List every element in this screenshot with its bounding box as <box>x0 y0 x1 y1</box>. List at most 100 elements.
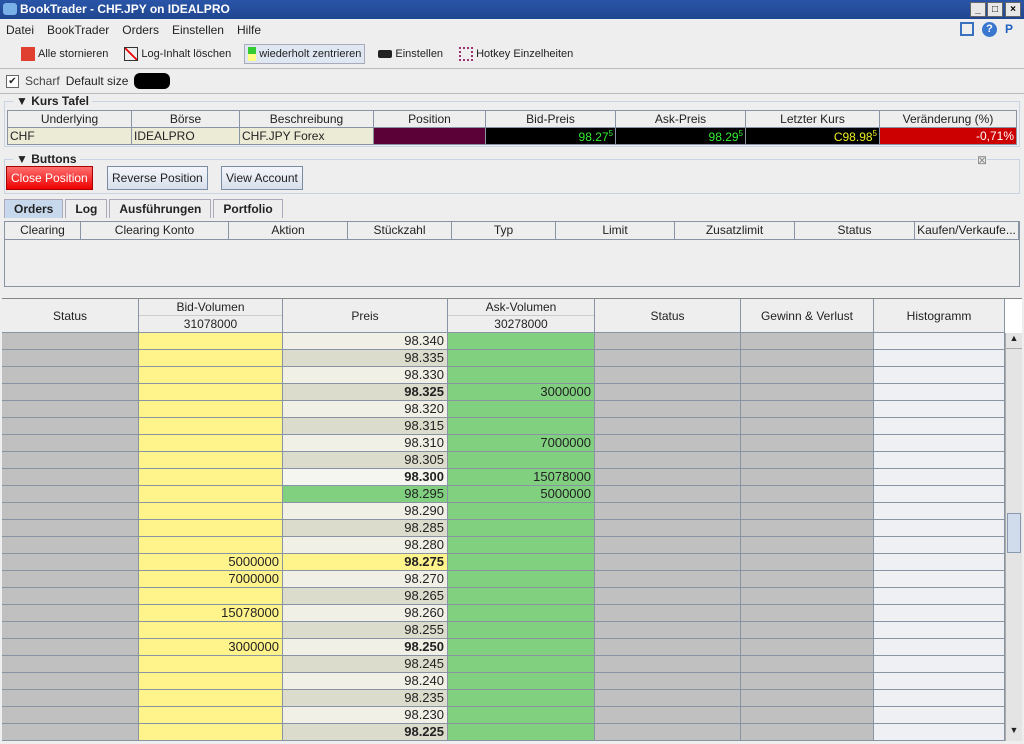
price-cell[interactable]: 98.230 <box>283 707 448 724</box>
histogram-cell[interactable] <box>874 452 1005 469</box>
status-cell[interactable] <box>2 690 139 707</box>
status-cell[interactable] <box>2 350 139 367</box>
bid-volume-cell[interactable]: 15078000 <box>139 605 283 622</box>
ask-volume-cell[interactable] <box>448 639 595 656</box>
histogram-cell[interactable] <box>874 350 1005 367</box>
tab-log[interactable]: Log <box>65 199 108 218</box>
tab-portfolio[interactable]: Portfolio <box>213 199 283 218</box>
price-cell[interactable]: 98.275 <box>283 554 448 571</box>
histogram-cell[interactable] <box>874 435 1005 452</box>
bid-volume-cell[interactable] <box>139 537 283 554</box>
status2-cell[interactable] <box>595 690 741 707</box>
col-zusatzlimit[interactable]: Zusatzlimit <box>675 222 795 239</box>
status-cell[interactable] <box>2 605 139 622</box>
status-cell[interactable] <box>2 537 139 554</box>
price-cell[interactable]: 98.245 <box>283 656 448 673</box>
pnl-cell[interactable] <box>741 520 874 537</box>
pnl-cell[interactable] <box>741 367 874 384</box>
bid-volume-cell[interactable] <box>139 333 283 350</box>
pnl-cell[interactable] <box>741 724 874 741</box>
col-stueckzahl[interactable]: Stückzahl <box>348 222 452 239</box>
status2-cell[interactable] <box>595 639 741 656</box>
histogram-cell[interactable] <box>874 724 1005 741</box>
status2-cell[interactable] <box>595 673 741 690</box>
status2-cell[interactable] <box>595 384 741 401</box>
bid-volume-cell[interactable] <box>139 418 283 435</box>
pnl-cell[interactable] <box>741 503 874 520</box>
scroll-up-icon[interactable]: ▲ <box>1006 333 1022 349</box>
scrollbar[interactable]: ▲ ▼ <box>1005 333 1022 741</box>
minimize-button[interactable]: _ <box>970 2 986 17</box>
price-cell[interactable]: 98.320 <box>283 401 448 418</box>
status2-cell[interactable] <box>595 537 741 554</box>
bid-volume-cell[interactable] <box>139 486 283 503</box>
histogram-cell[interactable] <box>874 537 1005 554</box>
ask-volume-cell[interactable] <box>448 537 595 554</box>
pnl-cell[interactable] <box>741 690 874 707</box>
status-cell[interactable] <box>2 520 139 537</box>
histogram-cell[interactable] <box>874 486 1005 503</box>
histogram-cell[interactable] <box>874 333 1005 350</box>
bid-volume-cell[interactable] <box>139 503 283 520</box>
col-clearing[interactable]: Clearing <box>5 222 81 239</box>
menu-hilfe[interactable]: Hilfe <box>237 19 261 41</box>
histogram-cell[interactable] <box>874 707 1005 724</box>
bid-volume-cell[interactable] <box>139 401 283 418</box>
header-boerse[interactable]: Börse <box>131 110 240 128</box>
status2-cell[interactable] <box>595 520 741 537</box>
histogram-cell[interactable] <box>874 503 1005 520</box>
pnl-cell[interactable] <box>741 673 874 690</box>
status2-cell[interactable] <box>595 401 741 418</box>
status-cell[interactable] <box>2 435 139 452</box>
pnl-cell[interactable] <box>741 588 874 605</box>
status-cell[interactable] <box>2 588 139 605</box>
col-limit[interactable]: Limit <box>556 222 675 239</box>
bid-volume-cell[interactable] <box>139 435 283 452</box>
col-status[interactable]: Status <box>795 222 915 239</box>
price-cell[interactable]: 98.270 <box>283 571 448 588</box>
ask-volume-cell[interactable] <box>448 724 595 741</box>
status-cell[interactable] <box>2 554 139 571</box>
histogram-cell[interactable] <box>874 588 1005 605</box>
bid-volume-cell[interactable] <box>139 469 283 486</box>
col-kaufen-verkaufen[interactable]: Kaufen/Verkaufe... <box>915 222 1019 239</box>
bid-volume-cell[interactable] <box>139 452 283 469</box>
histogram-cell[interactable] <box>874 418 1005 435</box>
ask-volume-cell[interactable] <box>448 418 595 435</box>
price-cell[interactable]: 98.315 <box>283 418 448 435</box>
status2-cell[interactable] <box>595 571 741 588</box>
ask-volume-cell[interactable] <box>448 690 595 707</box>
tab-orders[interactable]: Orders <box>4 199 64 218</box>
bid-volume-cell[interactable] <box>139 707 283 724</box>
pnl-cell[interactable] <box>741 554 874 571</box>
ask-volume-cell[interactable] <box>448 503 595 520</box>
price-cell[interactable]: 98.310 <box>283 435 448 452</box>
header-position[interactable]: Position <box>373 110 486 128</box>
close-button[interactable]: × <box>1005 2 1021 17</box>
status2-cell[interactable] <box>595 367 741 384</box>
status-cell[interactable] <box>2 418 139 435</box>
clear-log-button[interactable]: Log-Inhalt löschen <box>121 45 234 63</box>
book-header-status2[interactable]: Status <box>595 299 741 333</box>
histogram-cell[interactable] <box>874 673 1005 690</box>
recenter-button[interactable]: wiederholt zentrieren <box>244 44 366 64</box>
status-cell[interactable] <box>2 673 139 690</box>
status2-cell[interactable] <box>595 350 741 367</box>
kurs-tafel-title[interactable]: ▼ Kurs Tafel <box>13 94 93 108</box>
bid-volume-cell[interactable]: 5000000 <box>139 554 283 571</box>
price-cell[interactable]: 98.250 <box>283 639 448 656</box>
ask-volume-cell[interactable] <box>448 401 595 418</box>
close-panel-icon[interactable]: ⊠ <box>977 153 988 167</box>
price-cell[interactable]: 98.280 <box>283 537 448 554</box>
price-cell[interactable]: 98.305 <box>283 452 448 469</box>
bid-volume-cell[interactable] <box>139 588 283 605</box>
default-size-input[interactable] <box>134 73 171 89</box>
ask-volume-cell[interactable] <box>448 673 595 690</box>
bid-volume-cell[interactable] <box>139 367 283 384</box>
header-ask[interactable]: Ask-Preis <box>615 110 746 128</box>
histogram-cell[interactable] <box>874 622 1005 639</box>
histogram-cell[interactable] <box>874 469 1005 486</box>
cancel-all-button[interactable]: Alle stornieren <box>18 45 111 63</box>
bid-volume-cell[interactable] <box>139 673 283 690</box>
buttons-title[interactable]: ▼ Buttons <box>13 152 80 166</box>
